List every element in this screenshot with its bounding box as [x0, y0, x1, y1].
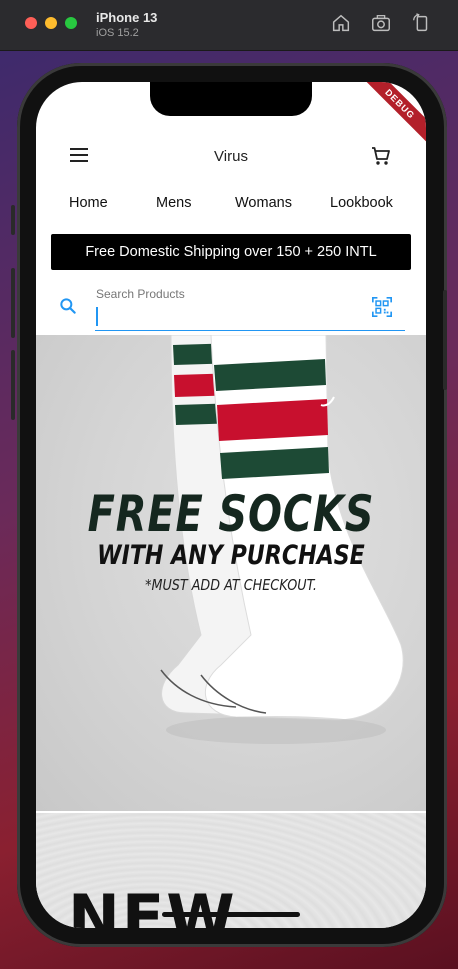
- hero-headline: FREE SOCKS: [87, 485, 375, 543]
- zoom-window-button[interactable]: [65, 17, 77, 29]
- search-field-label: Search Products: [96, 287, 185, 301]
- category-nav: Home Mens Womans Lookbook: [36, 192, 426, 216]
- app-title: Virus: [214, 148, 248, 165]
- nav-item-home[interactable]: Home: [69, 195, 108, 211]
- volume-down-button: [11, 350, 15, 420]
- app-bar: Virus: [36, 134, 426, 178]
- text-cursor: [96, 307, 98, 326]
- nav-item-womans[interactable]: Womans: [235, 195, 292, 211]
- home-indicator[interactable]: [162, 912, 300, 917]
- simulator-os-version: iOS 15.2: [96, 27, 139, 39]
- shopping-cart-icon[interactable]: [369, 144, 393, 168]
- app-screen: DEBUG Virus Home Mens Womans Lookbook Fr…: [36, 82, 426, 928]
- volume-up-button: [11, 268, 15, 338]
- socks-illustration: [160, 335, 404, 744]
- simulator-device-name: iPhone 13: [96, 10, 158, 25]
- notch: [150, 82, 312, 116]
- shipping-promo-banner[interactable]: Free Domestic Shipping over 150 + 250 IN…: [51, 234, 411, 270]
- simulator-title-bar: iPhone 13 iOS 15.2: [0, 0, 458, 51]
- rotate-icon[interactable]: [410, 12, 432, 34]
- power-button: [443, 290, 447, 390]
- search-input[interactable]: [95, 304, 405, 331]
- search-icon[interactable]: [58, 296, 78, 316]
- mute-switch: [11, 205, 15, 235]
- hero-subheadline: WITH ANY PURCHASE: [97, 540, 365, 571]
- search-bar: Search Products: [36, 282, 426, 336]
- minimize-window-button[interactable]: [45, 17, 57, 29]
- close-window-button[interactable]: [25, 17, 37, 29]
- qr-scan-icon[interactable]: [371, 296, 393, 318]
- hero-disclaimer: *MUST ADD AT CHECKOUT.: [145, 576, 317, 594]
- home-icon[interactable]: [330, 12, 352, 34]
- free-socks-banner[interactable]: FREE SOCKS WITH ANY PURCHASE *MUST ADD A…: [36, 335, 426, 811]
- nav-item-lookbook[interactable]: Lookbook: [330, 195, 393, 211]
- new-arrivals-banner[interactable]: NEW: [36, 813, 426, 928]
- nav-item-mens[interactable]: Mens: [156, 195, 191, 211]
- screenshot-icon[interactable]: [370, 12, 392, 34]
- new-banner-text: NEW: [68, 881, 237, 928]
